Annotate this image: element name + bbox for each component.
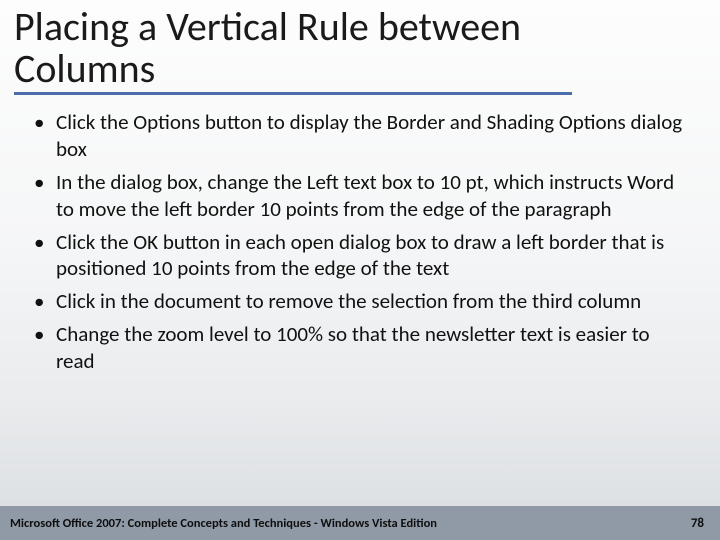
bullet-list: Click the Options button to display the … <box>30 109 690 375</box>
list-item: Click the Options button to display the … <box>30 109 690 163</box>
title-container: Placing a Vertical Rule between Columns <box>0 0 720 95</box>
body-content: Click the Options button to display the … <box>0 95 720 375</box>
footer-bar: Microsoft Office 2007: Complete Concepts… <box>0 506 720 540</box>
list-item: Click in the document to remove the sele… <box>30 288 690 315</box>
page-number: 78 <box>691 516 704 531</box>
list-item: In the dialog box, change the Left text … <box>30 169 690 223</box>
list-item: Change the zoom level to 100% so that th… <box>30 321 690 375</box>
page-title: Placing a Vertical Rule between Columns <box>14 6 572 95</box>
list-item: Click the OK button in each open dialog … <box>30 229 690 283</box>
slide: Placing a Vertical Rule between Columns … <box>0 0 720 540</box>
footer-text: Microsoft Office 2007: Complete Concepts… <box>10 516 437 531</box>
